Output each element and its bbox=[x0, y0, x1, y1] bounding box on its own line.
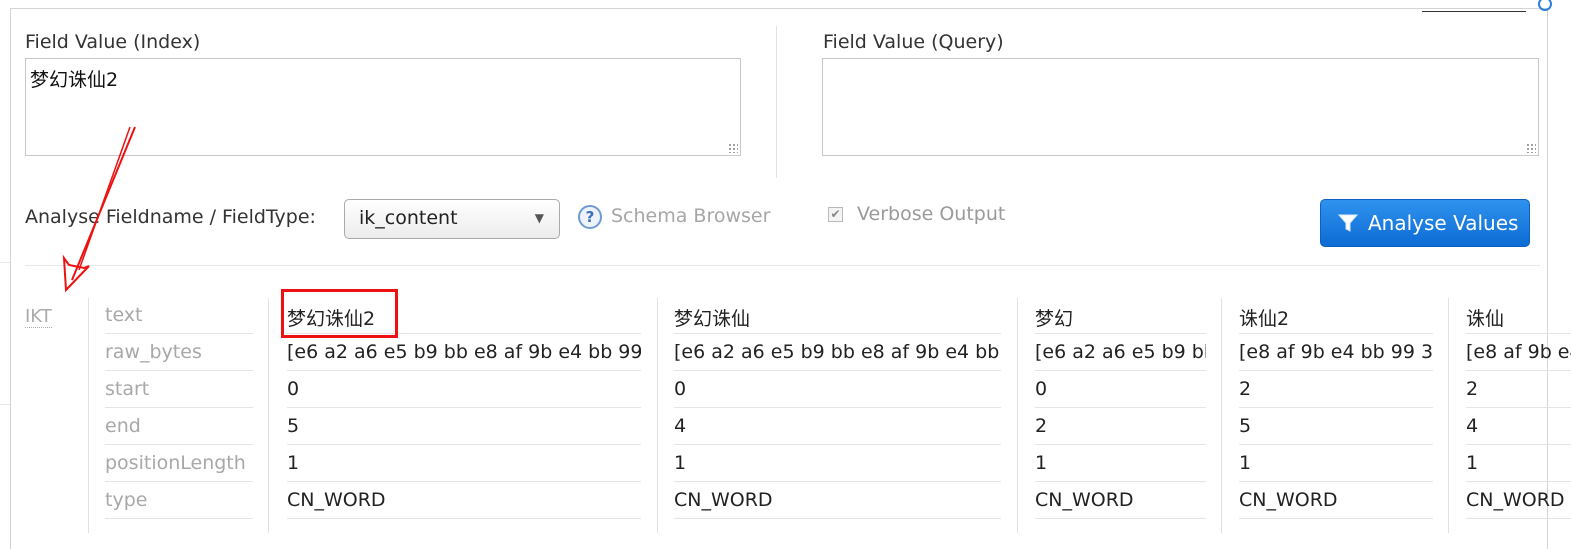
resize-grip-icon[interactable] bbox=[1526, 143, 1536, 153]
token-3-end: 5 bbox=[1239, 409, 1433, 445]
analyse-values-button[interactable]: Analyse Values bbox=[1320, 199, 1530, 247]
token-0-positionLength: 1 bbox=[287, 446, 641, 482]
token-2-raw_bytes: [e6 a2 a6 e5 b9 bb] bbox=[1035, 335, 1206, 371]
column-separator bbox=[88, 298, 89, 533]
verbose-output-checkbox[interactable]: ✔ bbox=[828, 207, 843, 222]
filter-icon bbox=[1337, 214, 1359, 232]
edge-divider bbox=[0, 262, 10, 263]
token-4-type: CN_WORD bbox=[1466, 483, 1571, 519]
token-0-raw_bytes: [e6 a2 a6 e5 b9 bb e8 af 9b e4 bb 99 32] bbox=[287, 335, 641, 371]
column-separator bbox=[657, 298, 658, 533]
analyse-values-label: Analyse Values bbox=[1368, 211, 1519, 235]
token-4-start: 2 bbox=[1466, 372, 1571, 408]
query-field-label: Field Value (Query) bbox=[823, 31, 1004, 53]
query-field-textarea[interactable] bbox=[822, 58, 1539, 156]
token-1-positionLength: 1 bbox=[674, 446, 1001, 482]
token-4-raw_bytes: [e8 af 9b e4 bb 99] bbox=[1466, 335, 1571, 371]
token-4-text: 诛仙 bbox=[1466, 298, 1571, 334]
column-separator bbox=[1017, 298, 1018, 533]
index-field-textarea[interactable]: 梦幻诛仙2 bbox=[25, 58, 741, 156]
top-right-link[interactable] bbox=[1422, 0, 1526, 12]
index-field-label: Field Value (Index) bbox=[25, 31, 201, 53]
token-0-type: CN_WORD bbox=[287, 483, 641, 519]
token-0-start: 0 bbox=[287, 372, 641, 408]
token-4-positionLength: 1 bbox=[1466, 446, 1571, 482]
row-label-raw_bytes: raw_bytes bbox=[105, 335, 253, 371]
row-label-end: end bbox=[105, 409, 253, 445]
token-1-raw_bytes: [e6 a2 a6 e5 b9 bb e8 af 9b e4 bb 99] bbox=[674, 335, 1001, 371]
token-2-positionLength: 1 bbox=[1035, 446, 1206, 482]
row-label-positionLength: positionLength bbox=[105, 446, 253, 482]
section-divider bbox=[25, 265, 1540, 266]
token-2-type: CN_WORD bbox=[1035, 483, 1206, 519]
token-1-end: 4 bbox=[674, 409, 1001, 445]
column-separator bbox=[1448, 298, 1449, 533]
token-4-end: 4 bbox=[1466, 409, 1571, 445]
fieldtype-label: Analyse Fieldname / FieldType: bbox=[25, 206, 316, 228]
token-3-type: CN_WORD bbox=[1239, 483, 1433, 519]
row-label-start: start bbox=[105, 372, 253, 408]
resize-grip-icon[interactable] bbox=[728, 143, 738, 153]
token-1-start: 0 bbox=[674, 372, 1001, 408]
token-2-start: 0 bbox=[1035, 372, 1206, 408]
token-3-text: 诛仙2 bbox=[1239, 298, 1433, 334]
question-circle-icon[interactable]: ? bbox=[578, 205, 602, 229]
column-separator bbox=[1221, 298, 1222, 533]
row-label-text: text bbox=[105, 298, 253, 334]
column-divider bbox=[776, 26, 777, 178]
edge-divider bbox=[0, 404, 10, 405]
token-1-type: CN_WORD bbox=[674, 483, 1001, 519]
token-3-positionLength: 1 bbox=[1239, 446, 1433, 482]
token-1-text: 梦幻诛仙 bbox=[674, 298, 1001, 334]
help-icon[interactable] bbox=[1538, 0, 1552, 11]
schema-browser-link[interactable]: Schema Browser bbox=[611, 205, 770, 227]
index-field-value: 梦幻诛仙2 bbox=[30, 69, 119, 91]
row-label-type: type bbox=[105, 483, 253, 519]
token-3-start: 2 bbox=[1239, 372, 1433, 408]
token-3-raw_bytes: [e8 af 9b e4 bb 99 32] bbox=[1239, 335, 1433, 371]
verbose-output-label: Verbose Output bbox=[857, 203, 1006, 225]
token-2-end: 2 bbox=[1035, 409, 1206, 445]
token-0-end: 5 bbox=[287, 409, 641, 445]
column-separator bbox=[268, 298, 269, 533]
tokenizer-abbr[interactable]: IKT bbox=[25, 306, 52, 328]
fieldtype-select[interactable]: ik_content ▼ bbox=[344, 199, 560, 239]
chevron-down-icon: ▼ bbox=[534, 211, 544, 225]
annotation-highlight-box bbox=[281, 289, 398, 338]
token-2-text: 梦幻 bbox=[1035, 298, 1206, 334]
fieldtype-select-value: ik_content bbox=[359, 207, 458, 229]
